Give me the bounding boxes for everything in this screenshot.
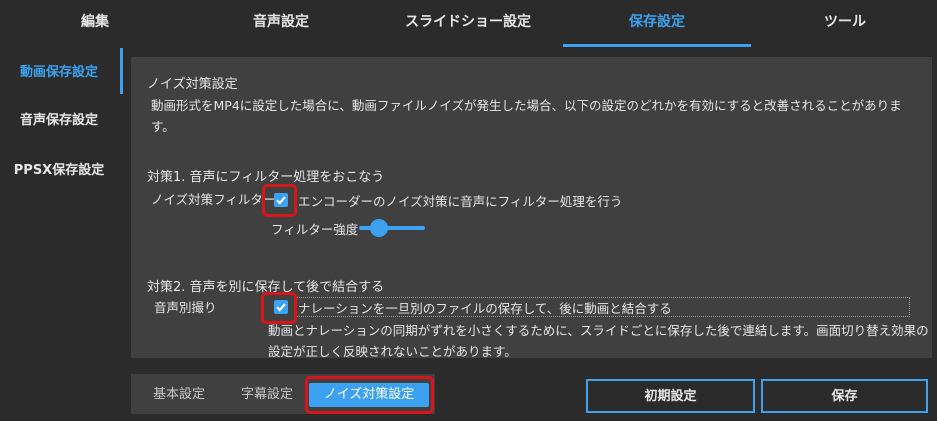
separate-audio-label: 音声別撮り: [154, 300, 217, 315]
filter-strength-slider-thumb[interactable]: [370, 219, 388, 237]
sidebar-item-ppsx-save[interactable]: PPSX保存設定: [0, 151, 118, 191]
measure1-heading: 対策1. 音声にフィルター処理をおこなう: [147, 170, 385, 185]
section-title: ノイズ対策設定: [147, 77, 238, 92]
tab-tools[interactable]: ツール: [790, 0, 900, 46]
filter-strength-label: フィルター強度: [271, 222, 359, 237]
filter-strength-slider-track[interactable]: [359, 226, 425, 230]
bottom-tab-subtitles[interactable]: 字幕設定: [231, 383, 303, 407]
highlight-box-filter-checkbox: [262, 184, 297, 217]
highlight-box-noise-tab: [305, 376, 434, 414]
separate-audio-checkbox-label[interactable]: ナレーションを一旦別のファイルの保存して、後に動画と結合する: [298, 298, 672, 317]
description-line-1: 動画形式をMP4に設定した場合に、動画ファイルノイズが発生した場合、以下の設定の…: [151, 98, 902, 113]
tab-save-settings[interactable]: 保存設定: [563, 0, 751, 46]
separate-audio-note-line-1: 動画とナレーションの同期がずれを小さくするために、スライドごとに保存した後で連結…: [268, 323, 929, 338]
active-tab-indicator: [563, 44, 751, 47]
reset-button[interactable]: 初期設定: [586, 379, 755, 413]
noise-filter-label: ノイズ対策フィルター: [151, 192, 276, 207]
tab-audio-settings[interactable]: 音声設定: [226, 0, 336, 46]
sidebar: 動画保存設定 音声保存設定 PPSX保存設定: [0, 46, 124, 421]
separate-audio-note-line-2: 設定が正しく反映されないことがあります。: [268, 344, 517, 359]
save-button[interactable]: 保存: [761, 379, 928, 413]
tab-edit[interactable]: 編集: [40, 0, 150, 46]
sidebar-item-video-save[interactable]: 動画保存設定: [0, 53, 118, 93]
noise-filter-checkbox-label[interactable]: エンコーダーのノイズ対策に音声にフィルター処理を行う: [298, 191, 622, 210]
tab-slideshow-settings[interactable]: スライドショー設定: [393, 0, 543, 46]
sidebar-item-audio-save[interactable]: 音声保存設定: [0, 101, 118, 141]
top-tab-bar: 編集 音声設定 スライドショー設定 保存設定 ツール: [0, 0, 937, 47]
description-line-2: す。: [151, 119, 175, 134]
sidebar-active-indicator: [120, 48, 123, 94]
bottom-tab-basic[interactable]: 基本設定: [143, 383, 215, 407]
